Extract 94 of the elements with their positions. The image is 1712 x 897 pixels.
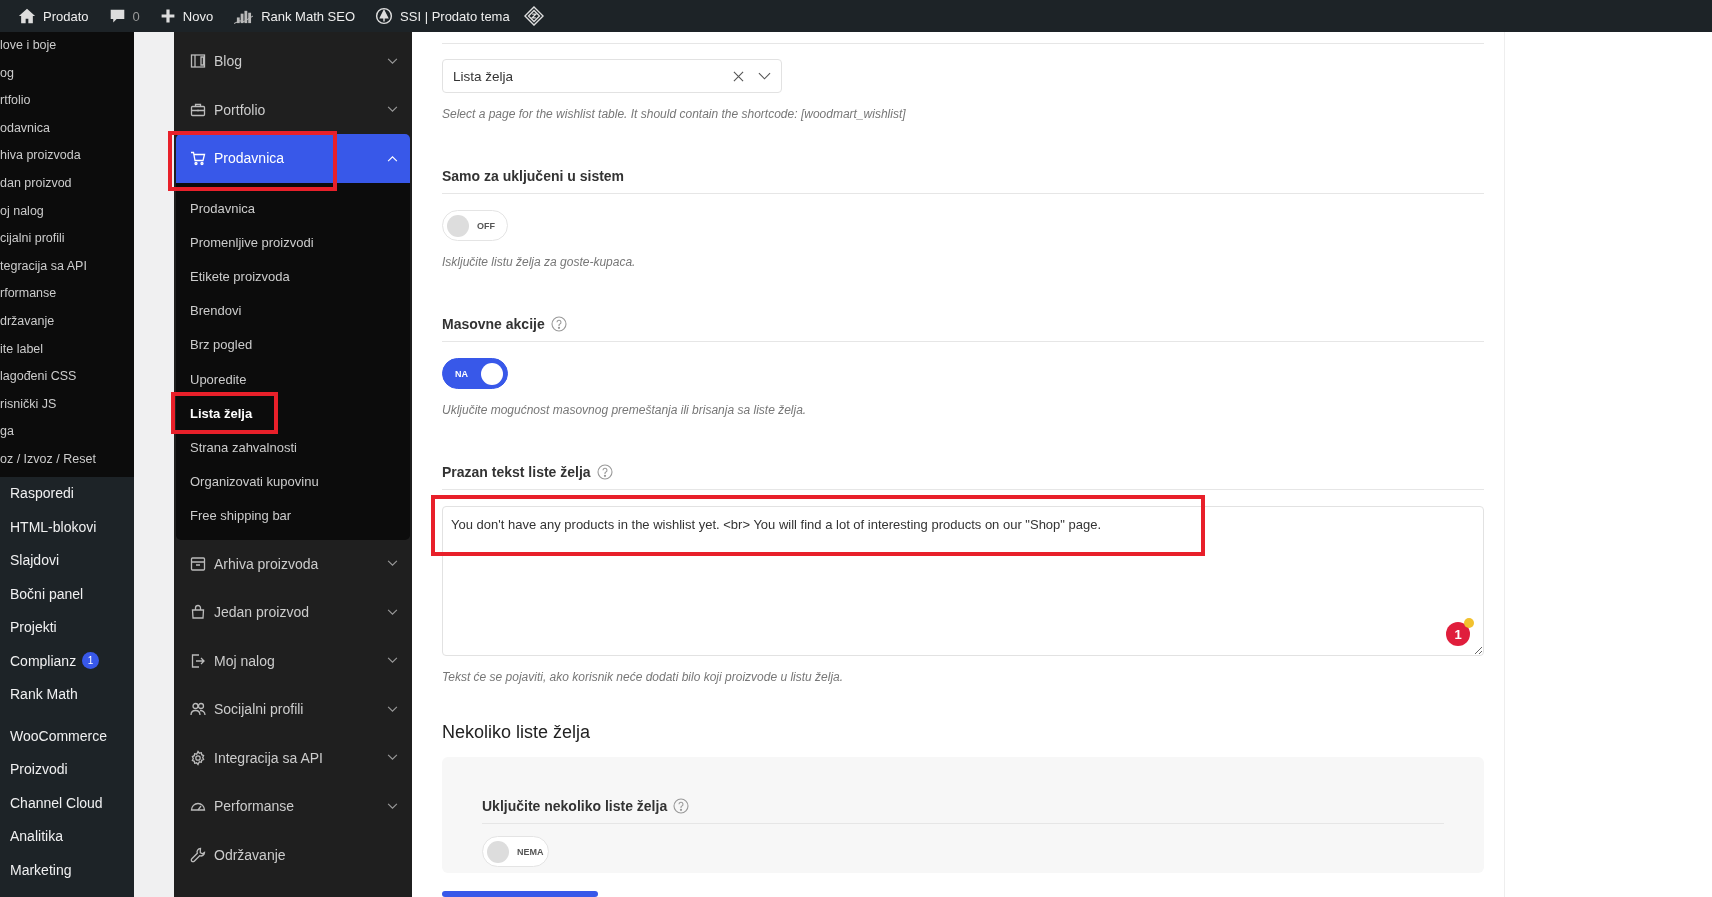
admin-menu-item[interactable]: Bočni panel — [0, 577, 134, 611]
admin-menu-item[interactable]: Slajdovi — [0, 543, 134, 577]
settings-nav-item[interactable]: Socijalni profili — [176, 685, 410, 734]
help-icon[interactable] — [596, 464, 613, 481]
settings-submenu-link[interactable]: Prodavnica — [176, 191, 410, 226]
field-hint: Isključite listu želja za goste-kupaca. — [442, 255, 637, 270]
toggle-switch[interactable]: OFF — [442, 210, 508, 242]
settings-submenu-link[interactable]: Free shipping bar — [176, 499, 410, 534]
submenu-link[interactable]: love i boje — [0, 32, 134, 60]
toggle-switch[interactable]: NEMA — [482, 836, 549, 868]
login-icon — [190, 652, 206, 669]
submenu-link[interactable]: odavnica — [0, 114, 134, 143]
submenu-link[interactable]: lagođeni CSS — [0, 363, 134, 391]
page-select[interactable]: Lista želja — [442, 59, 782, 94]
settings-submenu-link[interactable]: Brendovi — [176, 294, 410, 329]
home-icon — [18, 7, 36, 25]
settings-submenu-link[interactable]: Lista želja — [176, 396, 410, 431]
admin-menu-item[interactable]: Projekti — [0, 610, 134, 644]
submenu-link[interactable]: oz / Izvoz / Reset — [0, 445, 134, 474]
count-badge: 1 — [82, 652, 100, 670]
settings-submenu-link[interactable]: Strana zahvalnosti — [176, 430, 410, 466]
settings-submenu-link[interactable]: Uporedite — [176, 362, 410, 397]
settings-nav-item[interactable]: Jedan proizvod — [176, 588, 410, 637]
submenu-link[interactable]: rformanse — [0, 280, 134, 308]
book-icon — [190, 53, 206, 70]
settings-submenu-link[interactable]: Organizovati kupovinu — [176, 465, 410, 500]
chevron-down-icon — [387, 802, 398, 810]
admin-menu-item[interactable]: WooCommerce — [0, 719, 134, 753]
briefcase-icon — [190, 101, 206, 118]
chevron-down-icon — [387, 57, 398, 65]
admin-menu-item[interactable]: Marketing — [0, 853, 134, 887]
field-hint: Uključite mogućnost masovnog premeštanja ili brisanja sa liste želja. — [442, 403, 808, 418]
settings-nav-item[interactable]: Portfolio — [176, 85, 410, 134]
toggle-switch[interactable]: NA — [442, 358, 508, 390]
chevron-down-icon — [387, 705, 398, 713]
submenu-link[interactable]: ite label — [0, 335, 134, 364]
submenu-link[interactable]: ga — [0, 418, 134, 446]
diamond-icon[interactable] — [523, 6, 544, 26]
chevron-down-icon — [387, 106, 398, 114]
submenu-link[interactable]: tegracija sa API — [0, 252, 134, 281]
tree-icon — [375, 7, 394, 25]
wrench-icon — [190, 846, 206, 863]
submenu-link[interactable]: državanje — [0, 307, 134, 336]
admin-bar-link[interactable]: Novo — [159, 8, 214, 24]
chevron-up-icon — [387, 154, 398, 162]
clear-icon[interactable] — [733, 70, 744, 82]
admin-menu-item[interactable]: Rasporedi — [0, 476, 134, 510]
chevron-down-icon[interactable] — [758, 72, 771, 81]
settings-submenu-link[interactable]: Brz pogled — [176, 328, 410, 363]
setting-label: Samo za uključeni u sistem — [442, 168, 625, 185]
comment-icon — [108, 7, 126, 25]
settings-nav-item[interactable]: Arhiva proizvoda — [176, 539, 410, 589]
bag-icon — [190, 604, 206, 621]
admin-menu-item[interactable]: Proizvodi — [0, 752, 134, 786]
chevron-down-icon — [387, 608, 398, 616]
admin-bar-link[interactable]: Prodato — [18, 7, 89, 25]
chevron-down-icon — [387, 560, 398, 568]
settings-nav-item[interactable]: Moj nalog — [176, 636, 410, 686]
setting-label: Masovne akcije — [442, 316, 545, 333]
chevron-down-icon — [387, 657, 398, 665]
admin-menu-item[interactable]: Complianz 1 — [0, 644, 134, 678]
admin-bar-link[interactable]: SSI | Prodato tema — [375, 7, 510, 25]
submenu-link[interactable]: rtfolio — [0, 87, 134, 115]
chevron-down-icon — [387, 754, 398, 762]
submenu-link[interactable]: hiva proizvoda — [0, 142, 134, 170]
help-icon[interactable] — [673, 798, 690, 815]
settings-nav-item[interactable]: Prodavnica — [176, 134, 410, 183]
submenu-link[interactable]: cijalni profili — [0, 225, 134, 253]
admin-menu-item[interactable]: Channel Cloud — [0, 786, 134, 820]
settings-icon — [190, 749, 206, 766]
section-title: Nekoliko liste želja — [442, 722, 592, 744]
help-icon[interactable] — [550, 316, 567, 333]
admin-bar-link[interactable]: 0 — [108, 7, 140, 25]
admin-menu-item[interactable]: HTML-blokovi — [0, 510, 134, 544]
field-hint: Tekst će se pojaviti, ako korisnik neće dodati bilo koji proizvode u listu želja. — [442, 670, 845, 685]
settings-nav-item[interactable]: Performanse — [176, 782, 410, 831]
admin-menu-item[interactable]: Analitika — [0, 819, 134, 853]
settings-nav-item[interactable]: Blog — [176, 37, 410, 86]
settings-nav-item[interactable]: Održavanje — [176, 830, 410, 880]
submenu-link[interactable]: og — [0, 59, 134, 88]
settings-submenu-link[interactable]: Etikete proizvoda — [176, 259, 410, 295]
settings-submenu-link[interactable]: Promenljive proizvodi — [176, 225, 410, 260]
settings-nav-item[interactable]: Integracija sa API — [176, 733, 410, 783]
cart-icon — [190, 150, 206, 167]
submenu-link[interactable]: dan proizvod — [0, 169, 134, 198]
field-hint: Select a page for the wishlist table. It should contain the shortcode: [woodmart_wishlist] — [442, 107, 907, 122]
setting-label: Uključite nekoliko liste želja — [482, 798, 668, 815]
admin-bar-link[interactable]: Rank Math SEO — [233, 7, 356, 25]
admin-menu-item[interactable]: Rank Math — [0, 677, 134, 711]
archive-box-icon — [190, 555, 206, 572]
users-icon — [190, 701, 206, 718]
submenu-link[interactable]: oj nalog — [0, 197, 134, 226]
setting-label: Prazan tekst liste želja — [442, 464, 591, 481]
submenu-link[interactable]: risnički JS — [0, 390, 134, 419]
